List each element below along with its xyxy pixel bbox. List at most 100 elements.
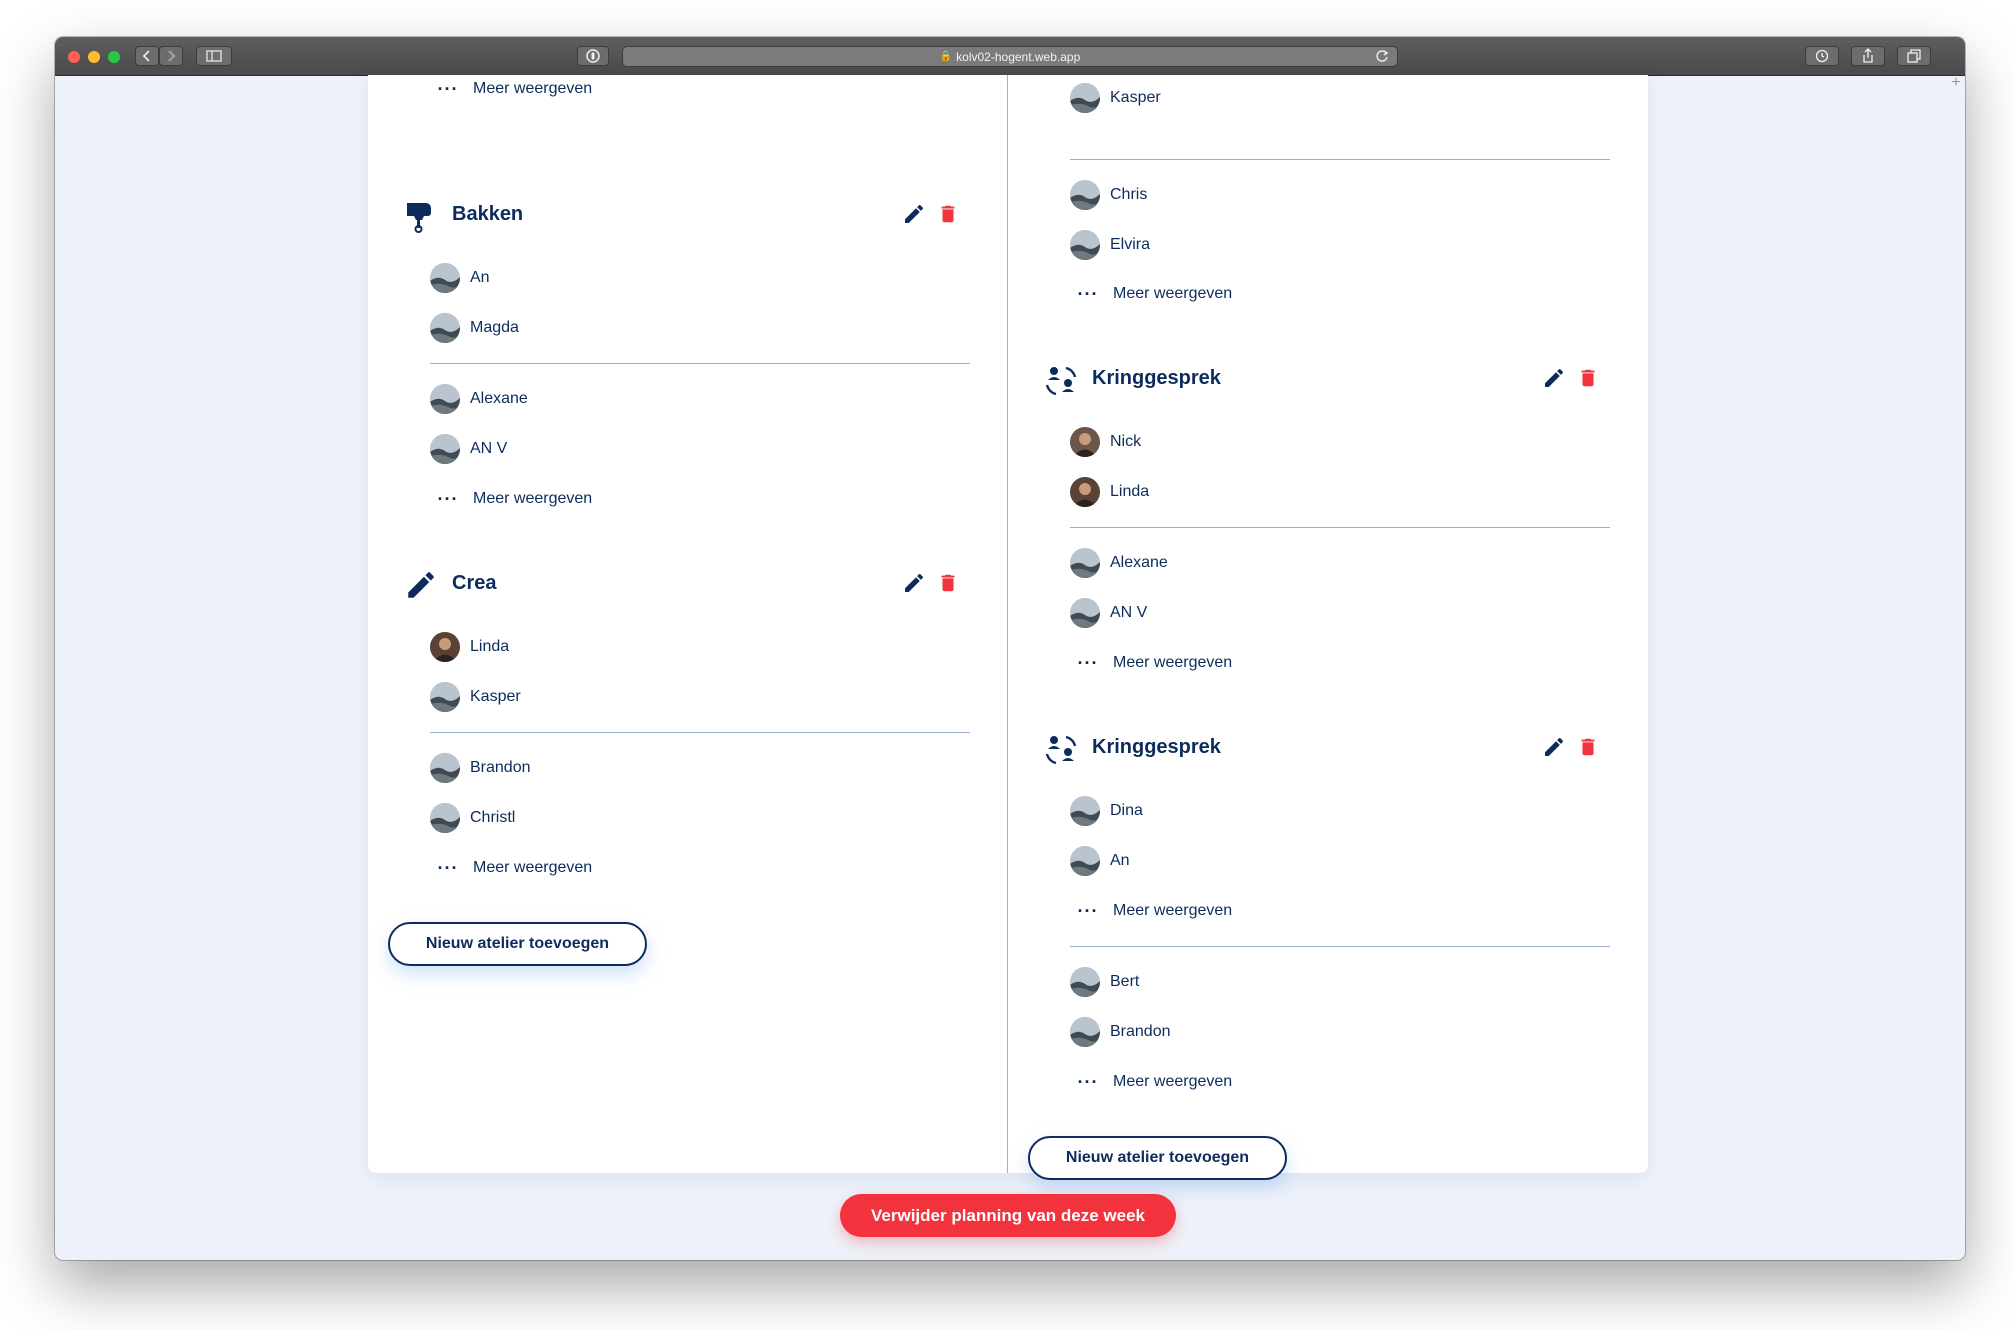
- show-more-link[interactable]: ··· Meer weergeven: [1073, 897, 1233, 925]
- add-atelier-button[interactable]: Nieuw atelier toevoegen: [388, 922, 647, 966]
- participant-row: Dina: [1070, 795, 1143, 827]
- zoom-window-button[interactable]: [108, 51, 120, 63]
- reload-icon[interactable]: [1375, 49, 1389, 63]
- trash-icon[interactable]: [1577, 736, 1599, 758]
- participant-name: Chris: [1110, 186, 1148, 203]
- avatar: [1070, 230, 1100, 260]
- avatar: [430, 434, 460, 464]
- participant-name: AN V: [1110, 604, 1148, 621]
- show-more-link[interactable]: ··· Meer weergeven: [433, 75, 593, 103]
- participant-row: AN V: [430, 433, 507, 465]
- avatar: [1070, 477, 1100, 507]
- participant-row: AN V: [1070, 597, 1147, 629]
- new-tab-button[interactable]: +: [1947, 75, 1965, 93]
- circle-talk-icon: [1045, 735, 1077, 765]
- show-more-label: Meer weergeven: [1113, 285, 1233, 302]
- participant-name: Nick: [1110, 433, 1142, 450]
- participant-row: Chris: [1070, 179, 1147, 211]
- privacy-button[interactable]: [577, 46, 609, 66]
- sidebar-icon: [206, 50, 222, 62]
- participant-row: Bert: [1070, 966, 1139, 998]
- close-window-button[interactable]: [68, 51, 80, 63]
- group-divider: [430, 363, 970, 364]
- avatar: [430, 313, 460, 343]
- browser-toolbar: 🔒 kolv02-hogent.web.app +: [55, 37, 1965, 91]
- participant-name: Linda: [1110, 483, 1150, 500]
- address-bar[interactable]: 🔒 kolv02-hogent.web.app: [622, 46, 1398, 67]
- show-more-label: Meer weergeven: [1113, 654, 1233, 671]
- pencil-icon: [408, 572, 434, 598]
- avatar: [1070, 83, 1100, 113]
- group-divider: [1070, 946, 1610, 947]
- participant-row: Brandon: [430, 752, 531, 784]
- history-icon: [1815, 49, 1829, 63]
- section-title: Bakken: [452, 203, 524, 225]
- show-more-link[interactable]: ··· Meer weergeven: [1073, 280, 1233, 308]
- ellipsis-icon: ···: [1077, 653, 1099, 673]
- group-divider: [1070, 159, 1610, 160]
- participant-row: Brandon: [1070, 1016, 1171, 1048]
- ellipsis-icon: ···: [437, 79, 459, 99]
- participant-row: An: [1070, 845, 1130, 877]
- participant-row: Linda: [430, 631, 509, 663]
- ellipsis-icon: ···: [1077, 901, 1099, 921]
- show-more-label: Meer weergeven: [473, 859, 593, 876]
- avatar: [430, 753, 460, 783]
- participant-row: Kasper: [1070, 82, 1161, 114]
- show-more-link[interactable]: ··· Meer weergeven: [1073, 649, 1233, 677]
- trash-icon[interactable]: [937, 203, 959, 225]
- avatar: [1070, 967, 1100, 997]
- ellipsis-icon: ···: [1077, 284, 1099, 304]
- delete-week-planning-button[interactable]: Verwijder planning van deze week: [840, 1194, 1176, 1237]
- participant-row: Christl: [430, 802, 515, 834]
- participant-name: Kasper: [470, 688, 521, 705]
- edit-icon[interactable]: [1542, 366, 1566, 390]
- participant-name: Alexane: [470, 390, 528, 407]
- trash-icon[interactable]: [937, 572, 959, 594]
- participant-row: Nick: [1070, 426, 1141, 458]
- chevron-left-icon: [142, 50, 150, 62]
- url-text: kolv02-hogent.web.app: [956, 49, 1081, 64]
- avatar: [1070, 427, 1100, 457]
- participant-row: Kasper: [430, 681, 521, 713]
- back-button[interactable]: [135, 46, 159, 66]
- participant-name: Elvira: [1110, 236, 1151, 253]
- ellipsis-icon: ···: [1077, 1072, 1099, 1092]
- participant-name: Linda: [470, 638, 510, 655]
- section-title: Crea: [452, 572, 497, 594]
- show-more-link[interactable]: ··· Meer weergeven: [1073, 1068, 1233, 1096]
- show-more-link[interactable]: ··· Meer weergeven: [433, 854, 593, 882]
- lock-icon: 🔒: [939, 51, 953, 62]
- trash-icon[interactable]: [1577, 367, 1599, 389]
- privacy-report-icon: [586, 49, 600, 63]
- planning-panel: ··· Meer weergeven Bakken An Magda Alexa…: [368, 75, 1648, 1180]
- edit-icon[interactable]: [902, 571, 926, 595]
- circle-talk-icon: [1045, 366, 1077, 396]
- avatar: [430, 682, 460, 712]
- tabs-overview-button[interactable]: [1897, 46, 1931, 66]
- avatar: [430, 632, 460, 662]
- group-divider: [1070, 527, 1610, 528]
- avatar: [1070, 796, 1100, 826]
- participant-name: Bert: [1110, 973, 1140, 990]
- forward-button[interactable]: [159, 46, 183, 66]
- participant-name: An: [470, 269, 490, 286]
- tabs-icon: [1907, 49, 1921, 63]
- share-button[interactable]: [1851, 46, 1885, 66]
- history-button[interactable]: [1805, 46, 1839, 66]
- avatar: [430, 803, 460, 833]
- section-title: Kringgesprek: [1092, 367, 1221, 389]
- show-more-label: Meer weergeven: [1113, 1073, 1233, 1090]
- mixer-icon: [407, 203, 431, 233]
- minimize-window-button[interactable]: [88, 51, 100, 63]
- sidebar-button[interactable]: [196, 46, 232, 66]
- avatar: [430, 384, 460, 414]
- participant-row: Elvira: [1070, 229, 1150, 261]
- edit-icon[interactable]: [902, 202, 926, 226]
- edit-icon[interactable]: [1542, 735, 1566, 759]
- show-more-label: Meer weergeven: [1113, 902, 1233, 919]
- show-more-link[interactable]: ··· Meer weergeven: [433, 485, 593, 513]
- participant-name: Magda: [470, 319, 519, 336]
- add-atelier-button[interactable]: Nieuw atelier toevoegen: [1028, 1136, 1287, 1180]
- participant-name: Dina: [1110, 802, 1143, 819]
